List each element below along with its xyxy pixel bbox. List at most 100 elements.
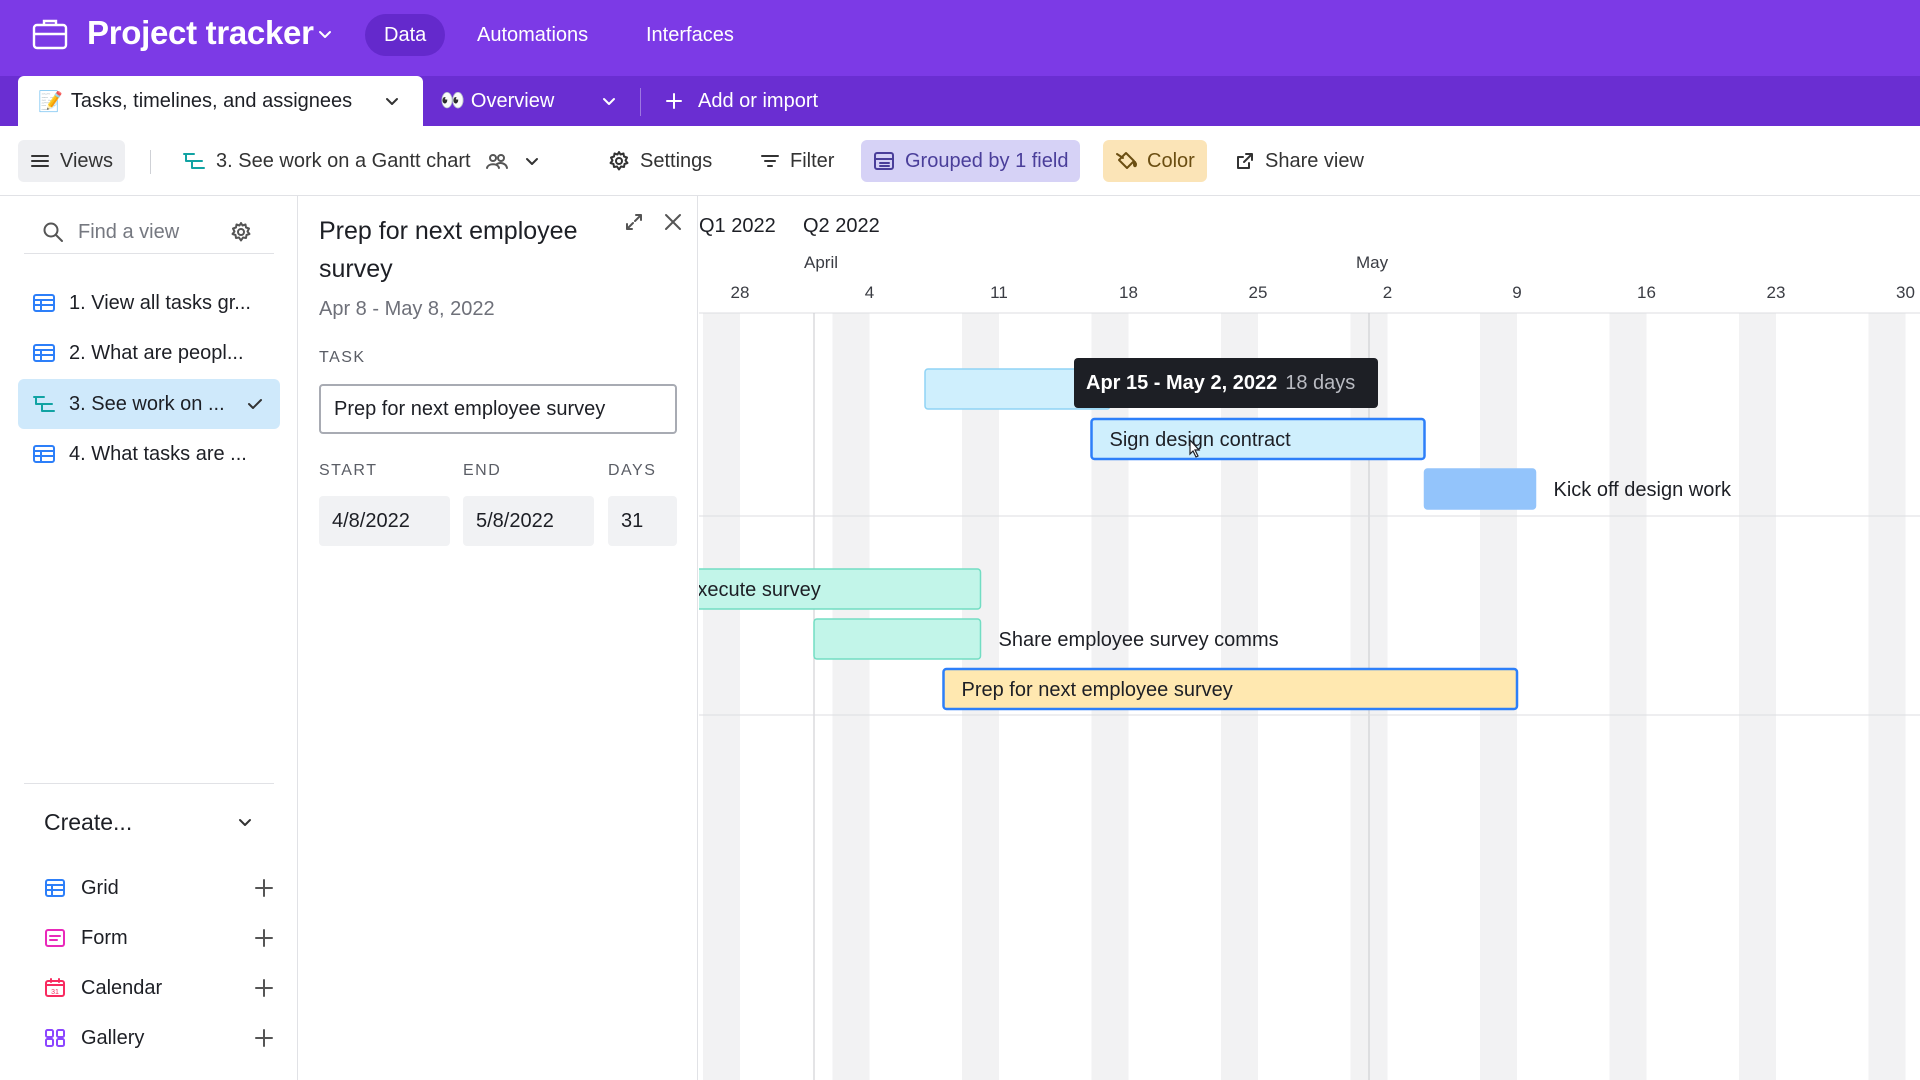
- sidebar-view-label: 4. What tasks are ...: [69, 443, 247, 465]
- weekend-column: [1609, 313, 1647, 1080]
- chevron-down-icon[interactable]: [600, 92, 618, 110]
- tab-separator: [640, 88, 641, 116]
- grid-view-icon: [33, 294, 55, 312]
- collaborators-icon: [485, 154, 508, 169]
- check-icon: [248, 399, 262, 409]
- sidebar-view-label: 3. See work on ...: [69, 393, 225, 415]
- plus-icon[interactable]: [254, 928, 274, 948]
- view-toolbar: Views 3. See work on a Gantt chart Setti…: [0, 126, 1920, 196]
- create-item-label: Calendar: [81, 977, 163, 999]
- create-item-label: Gallery: [81, 1027, 145, 1049]
- views-label: Views: [60, 149, 113, 172]
- create-section-title[interactable]: Create...: [44, 809, 132, 836]
- chevron-down-icon[interactable]: [383, 92, 401, 110]
- quarter-label: Q2 2022: [803, 215, 880, 237]
- sidebar-view-2[interactable]: 2. What are peopl...: [18, 328, 280, 378]
- search-icon: [43, 222, 63, 242]
- chevron-down-icon[interactable]: [523, 152, 541, 170]
- settings-button[interactable]: Settings: [596, 140, 724, 182]
- color-button[interactable]: Color: [1103, 140, 1207, 182]
- search-input[interactable]: Find a view: [78, 221, 179, 244]
- chevron-down-icon[interactable]: [316, 25, 334, 43]
- menu-icon: [31, 155, 49, 167]
- record-title: Prep for next employee survey: [319, 217, 578, 283]
- svg-text:31: 31: [51, 989, 59, 996]
- gantt-view-icon: [183, 153, 205, 169]
- create-gallery[interactable]: Gallery: [44, 1018, 274, 1058]
- share-view-button[interactable]: Share view: [1223, 140, 1376, 182]
- chevron-down-icon[interactable]: [236, 813, 254, 831]
- sidebar-view-1[interactable]: 1. View all tasks gr...: [18, 278, 280, 328]
- quarter-label: Q1 2022: [699, 215, 776, 237]
- group-icon: [874, 152, 894, 170]
- week-tick-label: 2: [1383, 283, 1392, 302]
- table-tabbar: 📝 Tasks, timelines, and assignees 👀 Over…: [0, 76, 1920, 126]
- filter-icon: [761, 155, 779, 167]
- nav-automations[interactable]: Automations: [458, 14, 607, 56]
- gantt-bar[interactable]: [1423, 468, 1537, 510]
- week-tick-label: 11: [990, 283, 1008, 302]
- weekend-column: [832, 313, 870, 1080]
- gantt-bar-label: Execute survey: [699, 579, 821, 601]
- plus-icon: [666, 93, 682, 109]
- nav-data[interactable]: Data: [365, 14, 446, 56]
- record-detail-panel: Prep for next employee survey Apr 8 - Ma…: [299, 196, 698, 1080]
- tab-tasks[interactable]: 📝 Tasks, timelines, and assignees: [18, 76, 423, 126]
- close-icon[interactable]: [663, 212, 683, 232]
- view-search[interactable]: Find a view: [24, 210, 274, 254]
- record-date-range: Apr 8 - May 8, 2022: [319, 298, 495, 320]
- color-label: Color: [1147, 149, 1195, 172]
- create-grid[interactable]: Grid: [44, 868, 274, 908]
- gantt-bar-label: Kick off design work: [1554, 479, 1732, 501]
- current-view-label: 3. See work on a Gantt chart: [216, 149, 471, 172]
- plus-icon[interactable]: [254, 1028, 274, 1048]
- start-date-field[interactable]: 4/8/2022: [319, 496, 450, 546]
- nav-interfaces[interactable]: Interfaces: [627, 14, 753, 56]
- gear-icon: [609, 151, 629, 171]
- end-date-field[interactable]: 5/8/2022: [463, 496, 594, 546]
- base-title[interactable]: Project tracker: [87, 14, 314, 52]
- share-icon: [1237, 153, 1253, 169]
- create-form[interactable]: Form: [44, 918, 274, 958]
- tooltip-days: 18 days: [1285, 372, 1356, 394]
- create-item-label: Form: [81, 927, 128, 949]
- gear-icon[interactable]: [230, 221, 252, 243]
- end-field-label: END: [463, 462, 502, 479]
- create-calendar[interactable]: 31 Calendar: [44, 968, 274, 1008]
- eyes-emoji: 👀: [440, 90, 465, 112]
- current-view-button[interactable]: 3. See work on a Gantt chart: [170, 140, 553, 182]
- start-field-label: START: [319, 462, 378, 479]
- grouped-label: Grouped by 1 field: [905, 149, 1069, 172]
- tab-overview[interactable]: 👀 Overview: [440, 76, 554, 126]
- group-button[interactable]: Grouped by 1 field: [861, 140, 1081, 182]
- sidebar-view-3[interactable]: 3. See work on ...: [18, 379, 280, 429]
- sidebar-view-4[interactable]: 4. What tasks are ...: [18, 429, 280, 479]
- briefcase-icon[interactable]: [32, 18, 68, 50]
- sidebar-divider: [24, 783, 274, 784]
- task-field[interactable]: Prep for next employee survey: [319, 384, 677, 434]
- gantt-bar-label: Prep for next employee survey: [962, 679, 1233, 701]
- week-tick-label: 23: [1767, 283, 1786, 302]
- days-field-label: DAYS: [608, 462, 657, 479]
- week-tick-label: 18: [1119, 283, 1138, 302]
- week-tick-label: 9: [1512, 283, 1521, 302]
- add-or-import-label: Add or import: [698, 90, 819, 112]
- grid-view-icon: [33, 344, 55, 362]
- tab-tasks-label: Tasks, timelines, and assignees: [70, 89, 353, 112]
- tooltip-range: Apr 15 - May 2, 2022: [1086, 372, 1278, 394]
- grid-icon: [45, 879, 65, 897]
- sidebar-view-label: 1. View all tasks gr...: [69, 292, 251, 314]
- gantt-bar[interactable]: [813, 618, 982, 660]
- plus-icon[interactable]: [254, 978, 274, 998]
- date-tooltip: Apr 15 - May 2, 2022 18 days: [1074, 358, 1378, 408]
- filter-button[interactable]: Filter: [748, 140, 846, 182]
- filter-label: Filter: [790, 149, 835, 172]
- week-tick-label: 28: [731, 283, 750, 302]
- plus-icon[interactable]: [254, 878, 274, 898]
- add-or-import-button[interactable]: Add or import: [664, 76, 818, 126]
- paint-bucket-icon: [1116, 152, 1137, 169]
- views-button[interactable]: Views: [18, 140, 125, 182]
- weekend-column: [703, 313, 740, 1080]
- expand-icon[interactable]: [624, 212, 644, 232]
- settings-label: Settings: [640, 149, 713, 172]
